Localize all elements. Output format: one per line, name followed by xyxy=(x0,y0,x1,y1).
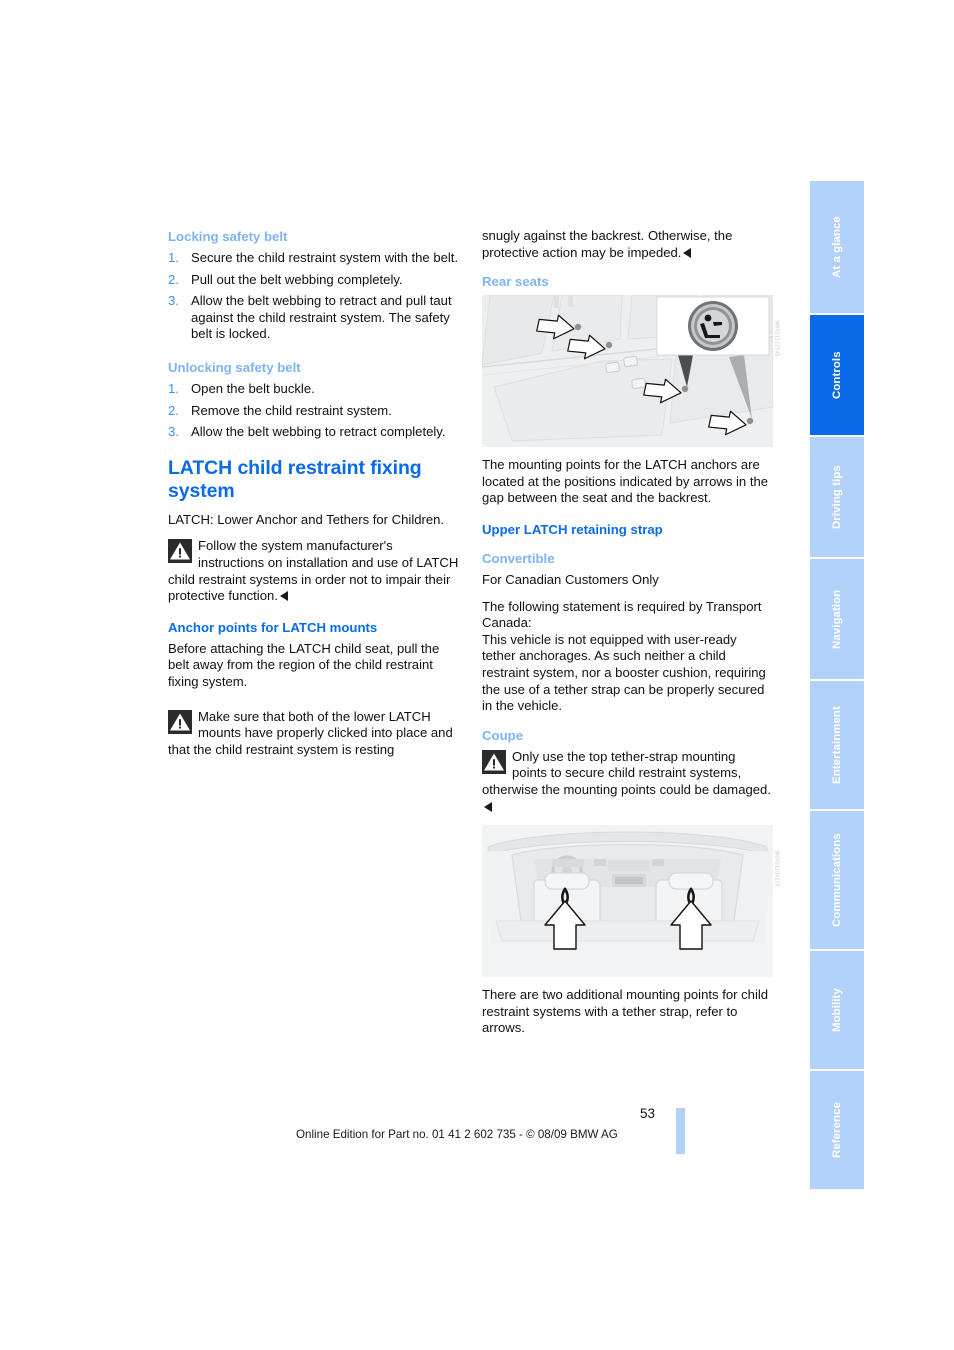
list-number: 2. xyxy=(168,271,179,287)
sidebar-item-driving-tips[interactable]: Driving tips xyxy=(810,437,864,557)
heading-anchor-points: Anchor points for LATCH mounts xyxy=(168,619,378,635)
list-item-text: Open the belt buckle. xyxy=(191,380,315,396)
heading-rear-seats: Rear seats xyxy=(482,274,549,290)
sidebar-item-mobility[interactable]: Mobility xyxy=(810,951,864,1069)
list-item-text: Remove the child restraint system. xyxy=(191,402,392,418)
figure-id-watermark: W0021108215 xyxy=(774,850,780,888)
sidebar-item-reference[interactable]: Reference xyxy=(810,1071,864,1189)
continuation-text: snugly against the backrest. Otherwise, … xyxy=(482,228,773,261)
list-item: 2. Pull out the belt webbing completely. xyxy=(168,272,459,289)
list-item-text: Secure the child restraint system with t… xyxy=(191,250,459,265)
warning-text: Only use the top tether-strap mounting p… xyxy=(482,748,771,797)
tab-label: Communications xyxy=(831,833,843,927)
page-title: LATCH child restraint fixing system xyxy=(168,456,422,502)
heading-convertible: Convertible xyxy=(482,550,555,566)
list-item: 3. Allow the belt webbing to retract comp… xyxy=(168,424,459,441)
list-item: 3. Allow the belt webbing to retract and … xyxy=(168,293,459,343)
warning-triangle-icon xyxy=(168,709,192,734)
footer-edition-text: Online Edition for Part no. 01 41 2 602 … xyxy=(296,1128,618,1141)
heading-locking-safety-belt: Locking safety belt xyxy=(168,229,288,244)
figure-rear-seats-anchor-points: W0021122045 xyxy=(482,295,780,448)
heading-upper-latch-retaining-strap: Upper LATCH retaining strap xyxy=(482,521,663,537)
end-of-warning-marker xyxy=(683,247,692,258)
right-column: snugly against the backrest. Otherwise, … xyxy=(482,228,780,1047)
list-number: 2. xyxy=(168,402,179,418)
warning-latch-instructions: Follow the system manufacturer's instruc… xyxy=(168,538,459,604)
tab-label: Reference xyxy=(831,1102,843,1158)
end-of-warning-marker xyxy=(279,591,288,602)
rear-seat-illustration xyxy=(482,295,773,448)
sidebar-item-at-a-glance[interactable]: At a glance xyxy=(810,181,864,313)
convertible-canadian-notice: For Canadian Customers Only xyxy=(482,571,659,587)
list-number: 1. xyxy=(168,250,179,265)
warning-triangle-icon xyxy=(168,539,192,564)
page-number-accent-bar xyxy=(676,1108,685,1154)
tab-label: Driving tips xyxy=(831,465,843,529)
warning-coupe-tether-strap: Only use the top tether-strap mounting p… xyxy=(482,749,773,815)
rear-seats-caption: The mounting points for the LATCH anchor… xyxy=(482,457,769,506)
warning-text: Follow the system manufacturer's instruc… xyxy=(168,538,459,604)
sidebar-item-navigation[interactable]: Navigation xyxy=(810,559,864,679)
heading-unlocking-safety-belt: Unlocking safety belt xyxy=(168,359,301,375)
unlocking-safety-belt-steps: 1. Open the belt buckle. 2. Remove the chi… xyxy=(168,381,459,441)
sidebar-item-communications[interactable]: Communications xyxy=(810,811,864,949)
tab-label: Entertainment xyxy=(831,706,843,784)
list-item-text: Allow the belt webbing to retract and pu… xyxy=(191,293,452,342)
manual-page: Locking safety belt 1. Secure the child r… xyxy=(0,0,954,1350)
anchor-points-text: Before attaching the LATCH child seat, p… xyxy=(168,640,440,689)
page-number: 53 xyxy=(640,1106,656,1121)
warning-text: Make sure that both of the lower LATCH m… xyxy=(168,708,453,757)
end-of-warning-marker xyxy=(484,801,492,812)
left-column: Locking safety belt 1. Secure the child r… xyxy=(168,228,459,768)
chapter-tab-rail: At a glance Controls Driving tips Naviga… xyxy=(810,181,864,1191)
convertible-transport-canada-lead: The following statement is required by T… xyxy=(482,598,762,631)
heading-coupe: Coupe xyxy=(482,727,524,743)
tab-label: Mobility xyxy=(831,988,843,1032)
coupe-rear-shelf-illustration xyxy=(482,825,773,978)
figure-coupe-tether-mounting-points: W0021108215 xyxy=(482,825,780,978)
figure-id-watermark: W0021122045 xyxy=(774,320,780,358)
list-item: 1. Secure the child restraint system with… xyxy=(168,250,459,267)
locking-safety-belt-steps: 1. Secure the child restraint system with… xyxy=(168,250,459,343)
list-item: 2. Remove the child restraint system. xyxy=(168,403,459,420)
warning-lower-latch-mounts: Make sure that both of the lower LATCH m… xyxy=(168,709,459,759)
sidebar-item-entertainment[interactable]: Entertainment xyxy=(810,681,864,809)
list-number: 1. xyxy=(168,380,179,396)
warning-triangle-icon xyxy=(482,749,506,774)
list-item: 1. Open the belt buckle. xyxy=(168,381,459,398)
list-item-text: Allow the belt webbing to retract comple… xyxy=(191,424,446,440)
latch-intro-text: LATCH: Lower Anchor and Tethers for Chil… xyxy=(168,511,445,527)
coupe-caption: There are two additional mounting points… xyxy=(482,987,769,1036)
continuation-text-body: snugly against the backrest. Otherwise, … xyxy=(482,228,733,260)
list-number: 3. xyxy=(168,293,179,309)
tab-label: Controls xyxy=(831,351,843,399)
sidebar-item-controls[interactable]: Controls xyxy=(810,315,864,435)
list-item-text: Pull out the belt webbing completely. xyxy=(191,271,403,287)
list-number: 3. xyxy=(168,424,179,440)
tab-label: Navigation xyxy=(831,589,843,649)
child-seat-anchor-badge-icon xyxy=(688,301,738,352)
tab-label: At a glance xyxy=(831,216,843,278)
convertible-transport-canada-statement: This vehicle is not equipped with user-r… xyxy=(482,631,766,714)
